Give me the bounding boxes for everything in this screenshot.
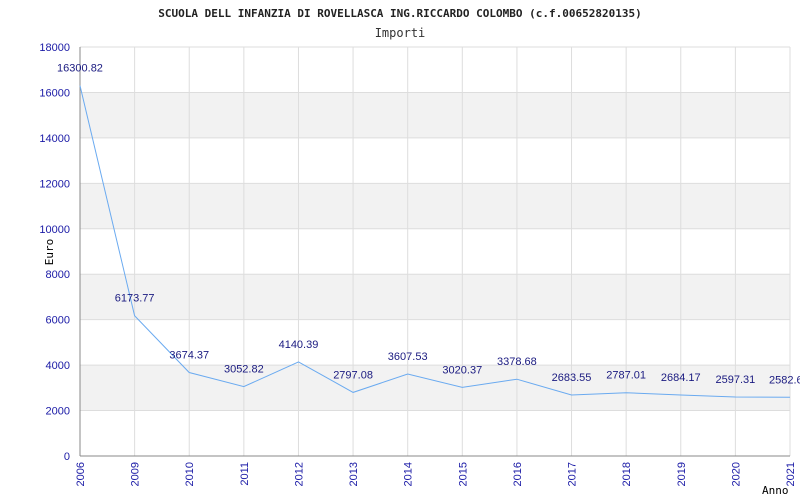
y-tick-label: 8000 <box>46 269 70 281</box>
x-tick-label: 2009 <box>130 462 142 486</box>
data-label: 3052.82 <box>224 364 264 376</box>
data-label: 6173.77 <box>115 293 155 305</box>
data-label: 3674.37 <box>169 350 209 362</box>
data-label: 3378.68 <box>497 356 537 368</box>
data-label: 2787.01 <box>606 370 646 382</box>
x-tick-label: 2019 <box>676 462 688 486</box>
data-label: 4140.39 <box>279 339 319 351</box>
y-tick-label: 6000 <box>46 315 70 327</box>
x-tick-label: 2021 <box>785 462 797 486</box>
grid-band <box>80 274 790 320</box>
x-tick-label: 2018 <box>621 462 633 486</box>
x-tick-label: 2006 <box>75 462 87 486</box>
y-tick-label: 12000 <box>39 178 70 190</box>
x-tick-label: 2015 <box>457 462 469 486</box>
grid-band <box>80 92 790 138</box>
x-tick-labels: 2006 2009 2010 2011 2012 2013 2014 2015 2016 2017… <box>75 462 797 486</box>
data-label: 2597.31 <box>716 374 756 386</box>
y-tick-label: 2000 <box>46 406 70 418</box>
x-tick-label: 2014 <box>403 462 415 486</box>
x-tick-label: 2011 <box>239 462 251 486</box>
data-label: 3020.37 <box>442 364 482 376</box>
chart-subtitle: Importi <box>375 26 426 40</box>
x-tick-label: 2016 <box>512 462 524 486</box>
data-label: 2582.6 <box>769 374 800 386</box>
data-label: 2684.17 <box>661 372 701 384</box>
data-label: 2683.55 <box>552 372 592 384</box>
grid-band <box>80 183 790 229</box>
y-axis-label: Euro <box>43 239 56 266</box>
y-tick-label: 16000 <box>39 87 70 99</box>
y-tick-label: 14000 <box>39 133 70 145</box>
x-tick-label: 2020 <box>730 462 742 486</box>
chart-title: SCUOLA DELL INFANZIA DI ROVELLASCA ING.R… <box>158 7 641 20</box>
y-tick-label: 4000 <box>46 360 70 372</box>
y-tick-label: 10000 <box>39 224 70 236</box>
y-tick-label: 18000 <box>39 42 70 54</box>
x-tick-label: 2013 <box>348 462 360 486</box>
x-tick-label: 2017 <box>567 462 579 486</box>
data-label: 16300.82 <box>57 63 103 75</box>
x-tick-label: 2010 <box>184 462 196 486</box>
data-label: 2797.08 <box>333 369 373 381</box>
data-label: 3607.53 <box>388 351 428 363</box>
line-chart: SCUOLA DELL INFANZIA DI ROVELLASCA ING.R… <box>39 7 800 497</box>
y-tick-label: 0 <box>64 451 70 463</box>
x-tick-label: 2012 <box>293 462 305 486</box>
background-bands <box>80 92 790 411</box>
